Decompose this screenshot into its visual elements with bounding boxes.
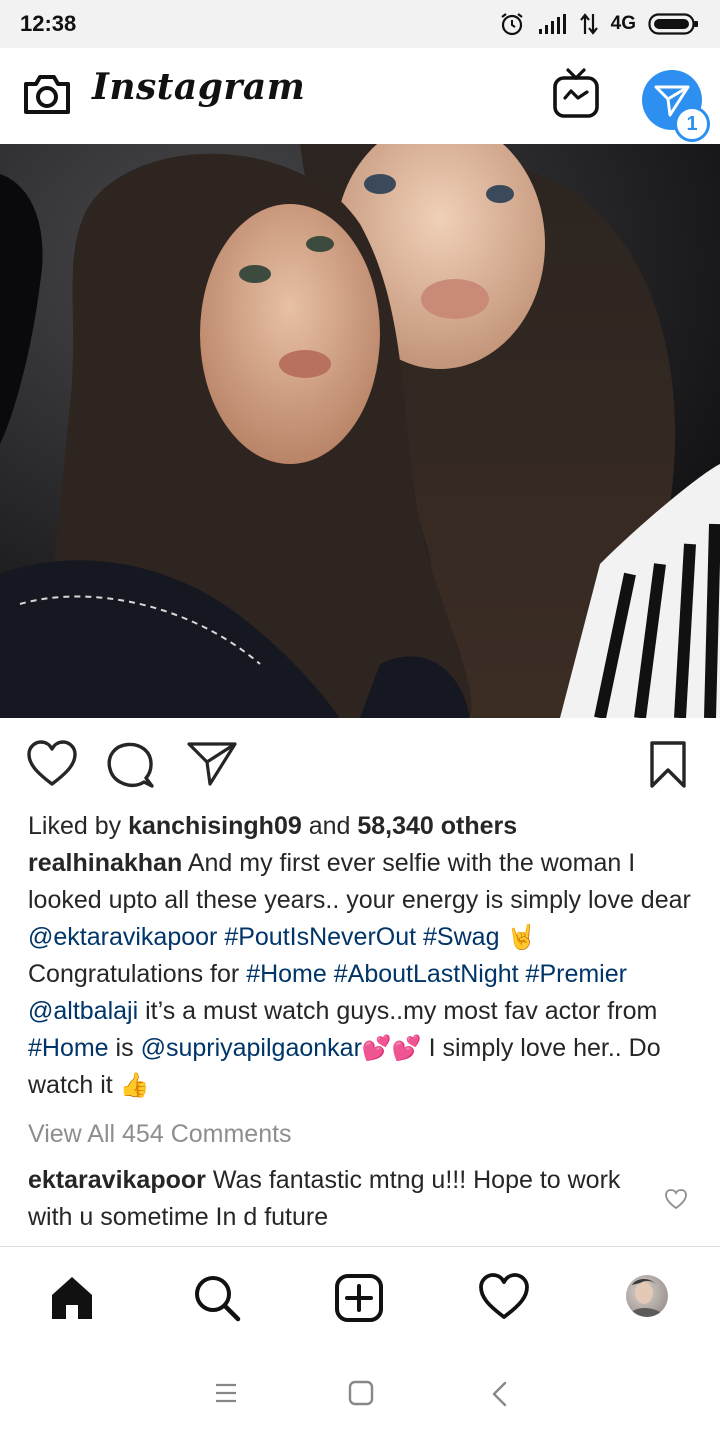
hashtag-link[interactable]: #Home: [246, 960, 327, 988]
mention-link[interactable]: @supriyapilgaonkar: [141, 1034, 362, 1062]
add-post-icon[interactable]: [334, 1273, 384, 1323]
battery-icon: [648, 13, 698, 35]
system-nav-bar: [0, 1346, 720, 1440]
hearts-emoji: 💕💕: [361, 1035, 422, 1062]
home-square-icon[interactable]: [348, 1380, 374, 1406]
hashtag-link[interactable]: #AboutLastNight: [334, 960, 519, 988]
comment-author-link[interactable]: ektaravikapoor: [28, 1166, 206, 1194]
caption-author-link[interactable]: realhinakhan: [28, 849, 182, 877]
likes-prefix: Liked by: [28, 812, 122, 840]
view-all-comments-link[interactable]: View All 454 Comments: [28, 1120, 292, 1149]
thumbs-up-emoji: 👍: [119, 1072, 150, 1099]
bookmark-icon[interactable]: [648, 740, 688, 790]
mention-link[interactable]: @altbalaji: [28, 997, 138, 1025]
comment-icon[interactable]: [106, 740, 156, 790]
igtv-icon[interactable]: [552, 66, 600, 120]
caption-text: Congratulations for: [28, 960, 240, 988]
post-text-block: Liked by kanchisingh09 and 58,340 others…: [28, 808, 698, 1104]
rock-hand-emoji: 🤘: [506, 924, 537, 951]
status-bar: 12:38 4G: [0, 0, 720, 48]
app-header: Instagram 1: [0, 48, 720, 144]
post-photo[interactable]: [0, 144, 720, 718]
comment-like-icon[interactable]: [664, 1188, 688, 1210]
network-type: 4G: [610, 13, 636, 34]
hashtag-link[interactable]: #Home: [28, 1034, 109, 1062]
bottom-nav: [0, 1246, 720, 1347]
caption-text: is: [115, 1034, 134, 1062]
back-icon[interactable]: [490, 1380, 508, 1408]
post-photo-image: [0, 144, 720, 718]
post-actions-bar: [0, 718, 720, 814]
mention-link[interactable]: @ektaravikapoor: [28, 923, 217, 951]
profile-avatar[interactable]: [626, 1275, 668, 1317]
activity-heart-icon[interactable]: [478, 1273, 530, 1321]
hashtag-link[interactable]: #Premier: [526, 960, 627, 988]
status-icons: 4G: [499, 10, 700, 38]
instagram-logo: Instagram: [92, 66, 306, 108]
share-icon[interactable]: [186, 740, 238, 788]
hashtag-link[interactable]: #Swag: [423, 923, 499, 951]
home-icon[interactable]: [48, 1273, 96, 1321]
data-arrows-icon: [579, 13, 598, 35]
status-time: 12:38: [20, 11, 77, 36]
search-icon[interactable]: [192, 1273, 242, 1323]
camera-icon[interactable]: [22, 72, 72, 116]
comment-item: ektaravikapoor Was fantastic mtng u!!! H…: [28, 1162, 628, 1236]
signal-icon: [538, 14, 566, 34]
likes-joiner: and: [308, 812, 351, 840]
avatar-image: [628, 1279, 666, 1317]
post-caption: realhinakhan And my first ever selfie wi…: [28, 845, 698, 1104]
menu-icon[interactable]: [214, 1382, 238, 1404]
hashtag-link[interactable]: #PoutIsNeverOut: [224, 923, 416, 951]
caption-text: it’s a must watch guys..my most fav acto…: [145, 997, 658, 1025]
heart-icon[interactable]: [26, 740, 78, 788]
direct-unread-badge: 1: [674, 106, 710, 142]
alarm-icon: [500, 13, 523, 36]
liked-by-user-link[interactable]: kanchisingh09: [128, 812, 302, 840]
likes-line: Liked by kanchisingh09 and 58,340 others: [28, 808, 698, 845]
likes-count-link[interactable]: 58,340 others: [357, 812, 517, 840]
